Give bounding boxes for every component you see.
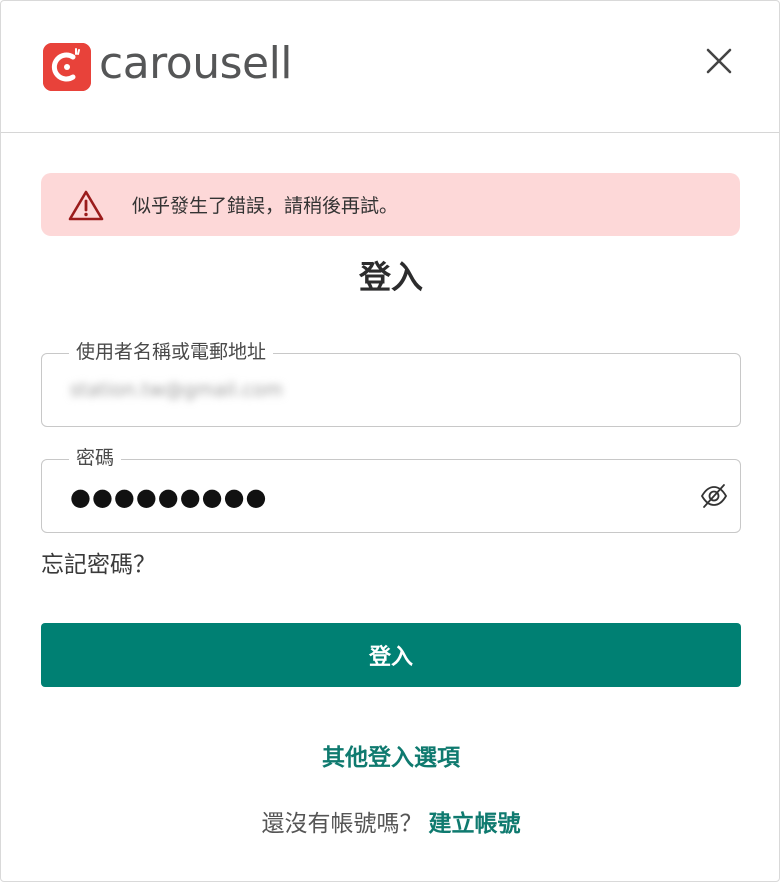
close-icon [706, 48, 732, 74]
close-button[interactable] [699, 41, 739, 81]
eye-off-icon[interactable] [700, 482, 728, 510]
error-alert: 似乎發生了錯誤，請稍後再試。 [41, 173, 740, 236]
login-button[interactable]: 登入 [41, 623, 741, 687]
password-label: 密碼 [69, 444, 122, 472]
password-field[interactable]: 密碼 ●●●●●●●●● [41, 444, 741, 533]
carousell-logo: carousell [43, 38, 293, 91]
forgot-password-link[interactable]: 忘記密碼？ [41, 549, 156, 581]
username-input[interactable] [70, 354, 680, 426]
create-account-link[interactable]: 建立帳號 [429, 811, 521, 837]
other-login-options-link[interactable]: 其他登入選項 [1, 741, 780, 775]
error-message: 似乎發生了錯誤，請稍後再試。 [132, 195, 399, 217]
password-input[interactable]: ●●●●●●●●● [70, 482, 267, 512]
page-title: 登入 [358, 258, 423, 296]
signup-prompt: 還沒有帳號嗎？ [261, 811, 423, 837]
brand-name: carousell [99, 38, 293, 89]
carousell-logo-icon [43, 43, 91, 91]
signup-row: 還沒有帳號嗎？ 建立帳號 [1, 807, 780, 841]
modal-header: carousell [1, 1, 779, 133]
warning-icon [68, 190, 104, 220]
login-modal: carousell 似乎發生了錯誤，請稍後再試。 登入 使用者名稱或電郵地址 密… [0, 0, 780, 882]
username-field[interactable]: 使用者名稱或電郵地址 [41, 338, 741, 427]
